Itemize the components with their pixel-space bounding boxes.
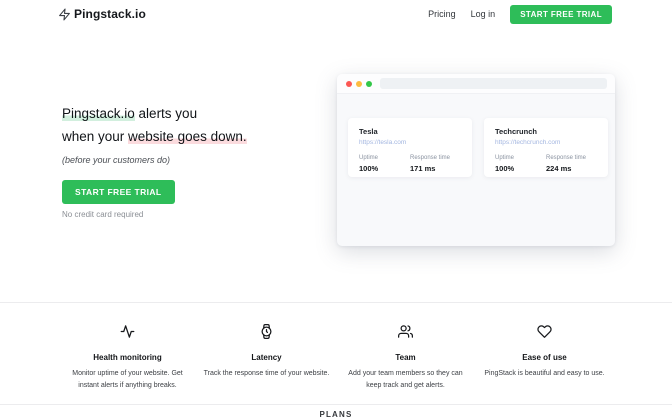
plans-top-divider: [0, 404, 672, 405]
feature-latency: Latency Track the response time of your …: [197, 324, 336, 393]
start-free-trial-button-hero[interactable]: START FREE TRIAL: [62, 180, 175, 204]
feature-team: Team Add your team members so they can k…: [336, 324, 475, 393]
feature-description: Monitor uptime of your website. Get inst…: [64, 368, 191, 393]
browser-mockup-window: Tesla https://tesla.com Uptime 100% Resp…: [337, 74, 615, 246]
no-credit-card-note: No credit card required: [62, 210, 337, 219]
site-stats: Uptime 100% Response time 224 ms: [495, 155, 597, 173]
hero-title-line2-prefix: when your: [62, 129, 128, 144]
site-name: Tesla: [359, 127, 461, 136]
nav-link-pricing[interactable]: Pricing: [428, 9, 456, 19]
site-name: Techcrunch: [495, 127, 597, 136]
heart-icon: [537, 326, 552, 343]
uptime-value: 100%: [495, 164, 538, 173]
traffic-light-red-icon: [346, 81, 352, 87]
feature-health-monitoring: Health monitoring Monitor uptime of your…: [58, 324, 197, 393]
monitor-card-techcrunch: Techcrunch https://techcrunch.com Uptime…: [484, 118, 608, 177]
users-icon: [398, 326, 413, 343]
hero-title-highlight-brand: Pingstack.io: [62, 106, 135, 121]
response-time-stat: Response time 171 ms: [410, 155, 453, 173]
response-time-stat: Response time 224 ms: [546, 155, 589, 173]
traffic-light-green-icon: [366, 81, 372, 87]
nav-link-login[interactable]: Log in: [471, 9, 496, 19]
uptime-stat: Uptime 100%: [359, 155, 402, 173]
feature-ease-of-use: Ease of use PingStack is beautiful and e…: [475, 324, 614, 393]
top-navbar: Pingstack.io Pricing Log in START FREE T…: [0, 0, 672, 28]
uptime-value: 100%: [359, 164, 402, 173]
monitor-cards: Tesla https://tesla.com Uptime 100% Resp…: [337, 94, 615, 177]
feature-description: Add your team members so they can keep t…: [342, 368, 469, 393]
feature-title: Ease of use: [481, 353, 608, 362]
features-top-divider: [0, 302, 672, 303]
response-time-value: 171 ms: [410, 164, 453, 173]
hero-title-highlight-down: website goes down.: [128, 129, 247, 144]
landing-page: Pingstack.io Pricing Log in START FREE T…: [0, 0, 672, 420]
traffic-lights: [346, 81, 372, 87]
logo[interactable]: Pingstack.io: [58, 7, 146, 21]
activity-icon: [120, 326, 135, 343]
site-stats: Uptime 100% Response time 171 ms: [359, 155, 461, 173]
response-time-label: Response time: [410, 155, 453, 161]
watch-icon: [259, 326, 274, 343]
feature-description: Track the response time of your website.: [203, 368, 330, 380]
site-url: https://techcrunch.com: [495, 139, 597, 146]
response-time-label: Response time: [546, 155, 589, 161]
feature-title: Latency: [203, 353, 330, 362]
monitor-card-tesla: Tesla https://tesla.com Uptime 100% Resp…: [348, 118, 472, 177]
browser-url-bar: [380, 78, 607, 89]
feature-title: Health monitoring: [64, 353, 191, 362]
plans-section-heading: PLANS: [0, 410, 672, 419]
uptime-label: Uptime: [359, 155, 402, 161]
site-url: https://tesla.com: [359, 139, 461, 146]
uptime-stat: Uptime 100%: [495, 155, 538, 173]
nav-links: Pricing Log in START FREE TRIAL: [428, 5, 612, 24]
brand-name: Pingstack.io: [74, 7, 146, 21]
features-row: Health monitoring Monitor uptime of your…: [58, 324, 614, 393]
zap-icon: [58, 8, 71, 21]
response-time-value: 224 ms: [546, 164, 589, 173]
hero-title: Pingstack.io alerts you when your websit…: [62, 102, 337, 148]
feature-title: Team: [342, 353, 469, 362]
hero-subtitle: (before your customers do): [62, 155, 337, 165]
feature-description: PingStack is beautiful and easy to use.: [481, 368, 608, 380]
uptime-label: Uptime: [495, 155, 538, 161]
start-free-trial-button-header[interactable]: START FREE TRIAL: [510, 5, 612, 24]
browser-titlebar: [337, 74, 615, 94]
traffic-light-yellow-icon: [356, 81, 362, 87]
hero-title-line1-rest: alerts you: [135, 106, 197, 121]
hero-section: Pingstack.io alerts you when your websit…: [62, 102, 337, 219]
